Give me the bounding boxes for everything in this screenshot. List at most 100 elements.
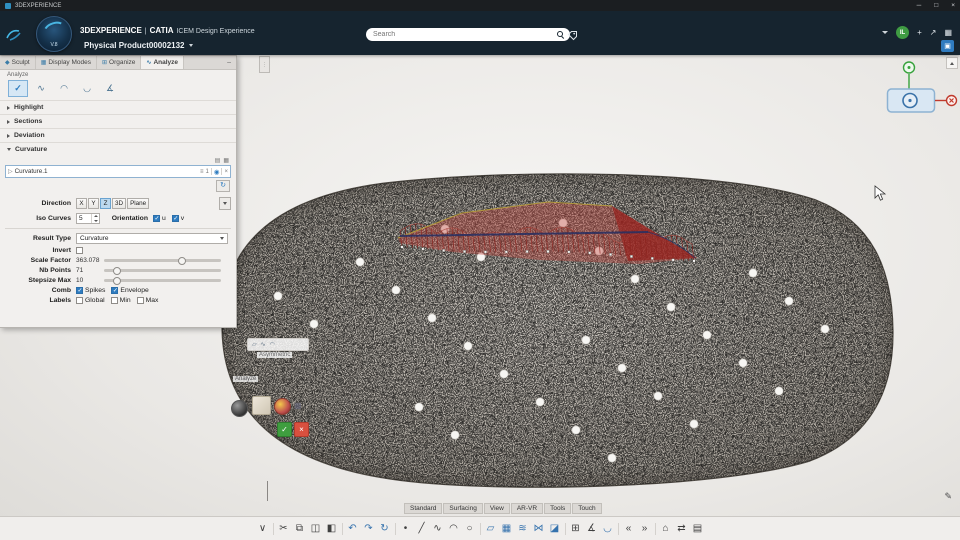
spikes-checkbox[interactable] bbox=[76, 287, 83, 294]
paste-icon[interactable]: ◫ bbox=[310, 522, 322, 536]
chevron-down-icon[interactable] bbox=[882, 31, 889, 34]
cut-icon[interactable]: ✂ bbox=[278, 522, 290, 536]
loft-icon[interactable]: ≋ bbox=[517, 522, 529, 536]
blend-icon[interactable]: ⋈ bbox=[533, 522, 545, 536]
document-title-group[interactable]: Physical Product00002132 bbox=[84, 41, 193, 50]
play-icon[interactable]: ▷ bbox=[8, 168, 13, 175]
slider-thumb[interactable] bbox=[177, 257, 186, 265]
list-icon[interactable]: ▤ bbox=[692, 522, 704, 536]
tag-icon[interactable] bbox=[567, 28, 578, 46]
layers-icon[interactable]: ▤ bbox=[215, 157, 221, 164]
global-search[interactable] bbox=[366, 28, 570, 41]
home-icon[interactable]: ⌂ bbox=[660, 522, 672, 536]
add-icon[interactable]: + bbox=[917, 28, 922, 37]
spline-icon[interactable]: ∿ bbox=[432, 522, 444, 536]
line-icon[interactable]: ╱ bbox=[416, 522, 428, 536]
document-caret-icon[interactable] bbox=[188, 44, 193, 47]
point-icon[interactable]: • bbox=[400, 522, 412, 536]
minimize-icon[interactable]: ─ bbox=[917, 2, 922, 9]
slider-thumb[interactable] bbox=[113, 267, 122, 275]
apps-icon[interactable]: ▦ bbox=[944, 28, 952, 37]
toolbar-overflow-icon[interactable]: ∨ bbox=[257, 522, 269, 536]
arc-icon[interactable]: ◠ bbox=[448, 522, 460, 536]
eye-icon[interactable]: ◉ bbox=[214, 168, 220, 176]
stepsize-slider[interactable] bbox=[104, 277, 221, 285]
orientation-v-checkbox[interactable] bbox=[171, 215, 179, 222]
result-type-select[interactable]: Curvature bbox=[76, 233, 228, 244]
invert-checkbox[interactable] bbox=[76, 247, 83, 254]
nb-points-slider[interactable] bbox=[104, 267, 221, 275]
sketch-pencil-icon[interactable]: ✎ bbox=[944, 491, 952, 502]
ok-button[interactable]: ✓ bbox=[277, 422, 292, 437]
tab-tools[interactable]: Tools bbox=[544, 503, 572, 514]
rewind-icon[interactable]: « bbox=[623, 522, 635, 536]
max-checkbox[interactable] bbox=[136, 297, 144, 304]
swap-view-icon[interactable]: ⇄ bbox=[676, 522, 688, 536]
sphere-preview-icon[interactable] bbox=[231, 400, 248, 417]
viewport-corner-button[interactable] bbox=[946, 57, 958, 69]
comb-analysis-icon[interactable]: ∿ bbox=[31, 80, 51, 97]
tab-analyze[interactable]: ∿ Analyze bbox=[141, 56, 185, 69]
section-highlight[interactable]: Highlight bbox=[0, 100, 236, 114]
direction-y-button[interactable]: Y bbox=[88, 198, 99, 209]
spin-up-icon[interactable] bbox=[93, 215, 98, 218]
tab-display-modes[interactable]: ▦ Display Modes bbox=[36, 56, 98, 69]
direction-3d-button[interactable]: 3D bbox=[112, 198, 127, 209]
search-input[interactable] bbox=[371, 30, 553, 39]
section-sections[interactable]: Sections bbox=[0, 114, 236, 128]
plane-icon[interactable]: ▱ bbox=[485, 522, 497, 536]
global-checkbox[interactable] bbox=[76, 297, 83, 304]
direction-more-button[interactable] bbox=[219, 197, 231, 210]
tab-view[interactable]: View bbox=[483, 503, 510, 514]
refresh-icon[interactable]: ↻ bbox=[379, 522, 391, 536]
match-icon[interactable]: ⊞ bbox=[570, 522, 582, 536]
context-mini-toolbar[interactable]: ▱ ∿ ◠ bbox=[247, 338, 309, 351]
direction-x-button[interactable]: X bbox=[76, 198, 87, 209]
draft-analysis-icon[interactable]: ∡ bbox=[586, 522, 598, 536]
shaded-analysis-icon[interactable] bbox=[274, 398, 291, 415]
search-icon[interactable] bbox=[557, 30, 565, 39]
redo-icon[interactable]: ↷ bbox=[363, 522, 375, 536]
slider-thumb[interactable] bbox=[113, 277, 122, 285]
curvature-check-icon[interactable]: ✓ bbox=[8, 80, 28, 97]
mesh-preview-icon[interactable] bbox=[252, 396, 271, 415]
tab-surfacing[interactable]: Surfacing bbox=[443, 503, 483, 514]
expand-viewport-button[interactable]: ▣ bbox=[941, 39, 954, 52]
patch-icon[interactable]: ◪ bbox=[549, 522, 561, 536]
tab-standard[interactable]: Standard bbox=[404, 503, 443, 514]
section-curvature[interactable]: Curvature bbox=[0, 142, 236, 156]
direction-plane-button[interactable]: Plane bbox=[127, 198, 150, 209]
mini-arc-icon[interactable]: ◠ bbox=[270, 341, 275, 348]
curvature-feature-row[interactable]: ▷ Curvature.1 ≡ 1 ◉ × bbox=[5, 165, 231, 178]
tree-handle[interactable]: ⋮ bbox=[259, 56, 270, 73]
distance-analysis-icon[interactable]: ◡ bbox=[77, 80, 97, 97]
tab-ar-vr[interactable]: AR-VR bbox=[510, 503, 544, 514]
grid-icon[interactable]: ▦ bbox=[223, 157, 229, 164]
orientation-u-checkbox[interactable] bbox=[153, 215, 160, 222]
fast-forward-icon[interactable]: » bbox=[639, 522, 651, 536]
envelope-checkbox[interactable] bbox=[111, 287, 119, 294]
close-icon[interactable]: × bbox=[951, 2, 955, 9]
mini-curve-icon[interactable]: ∿ bbox=[261, 341, 266, 348]
tab-touch[interactable]: Touch bbox=[572, 503, 602, 514]
section-analysis-icon[interactable]: ◠ bbox=[54, 80, 74, 97]
circle-icon[interactable]: ○ bbox=[464, 522, 476, 536]
user-avatar[interactable]: IL bbox=[896, 26, 910, 39]
share-icon[interactable]: ↗ bbox=[930, 28, 937, 37]
remove-feature-icon[interactable]: × bbox=[224, 169, 228, 175]
compass-badge[interactable]: V.8 bbox=[36, 16, 72, 52]
scale-factor-slider[interactable] bbox=[104, 257, 221, 265]
mini-plane-icon[interactable]: ▱ bbox=[252, 341, 257, 348]
min-checkbox[interactable] bbox=[110, 297, 118, 304]
undo-icon[interactable]: ↶ bbox=[347, 522, 359, 536]
spin-down-icon[interactable] bbox=[93, 219, 98, 222]
section-deviation[interactable]: Deviation bbox=[0, 128, 236, 142]
panel-collapse-button[interactable]: – bbox=[222, 56, 236, 69]
filter-icon[interactable]: ≡ bbox=[200, 169, 204, 175]
copy-icon[interactable]: ⧉ bbox=[294, 522, 306, 536]
refresh-button[interactable]: ↻ bbox=[216, 180, 230, 192]
cancel-button[interactable]: × bbox=[294, 422, 309, 437]
direction-z-button[interactable]: Z bbox=[100, 198, 111, 209]
iso-curves-stepper[interactable]: 5 bbox=[76, 213, 100, 224]
tab-sculpt[interactable]: ◆ Sculpt bbox=[0, 56, 36, 69]
